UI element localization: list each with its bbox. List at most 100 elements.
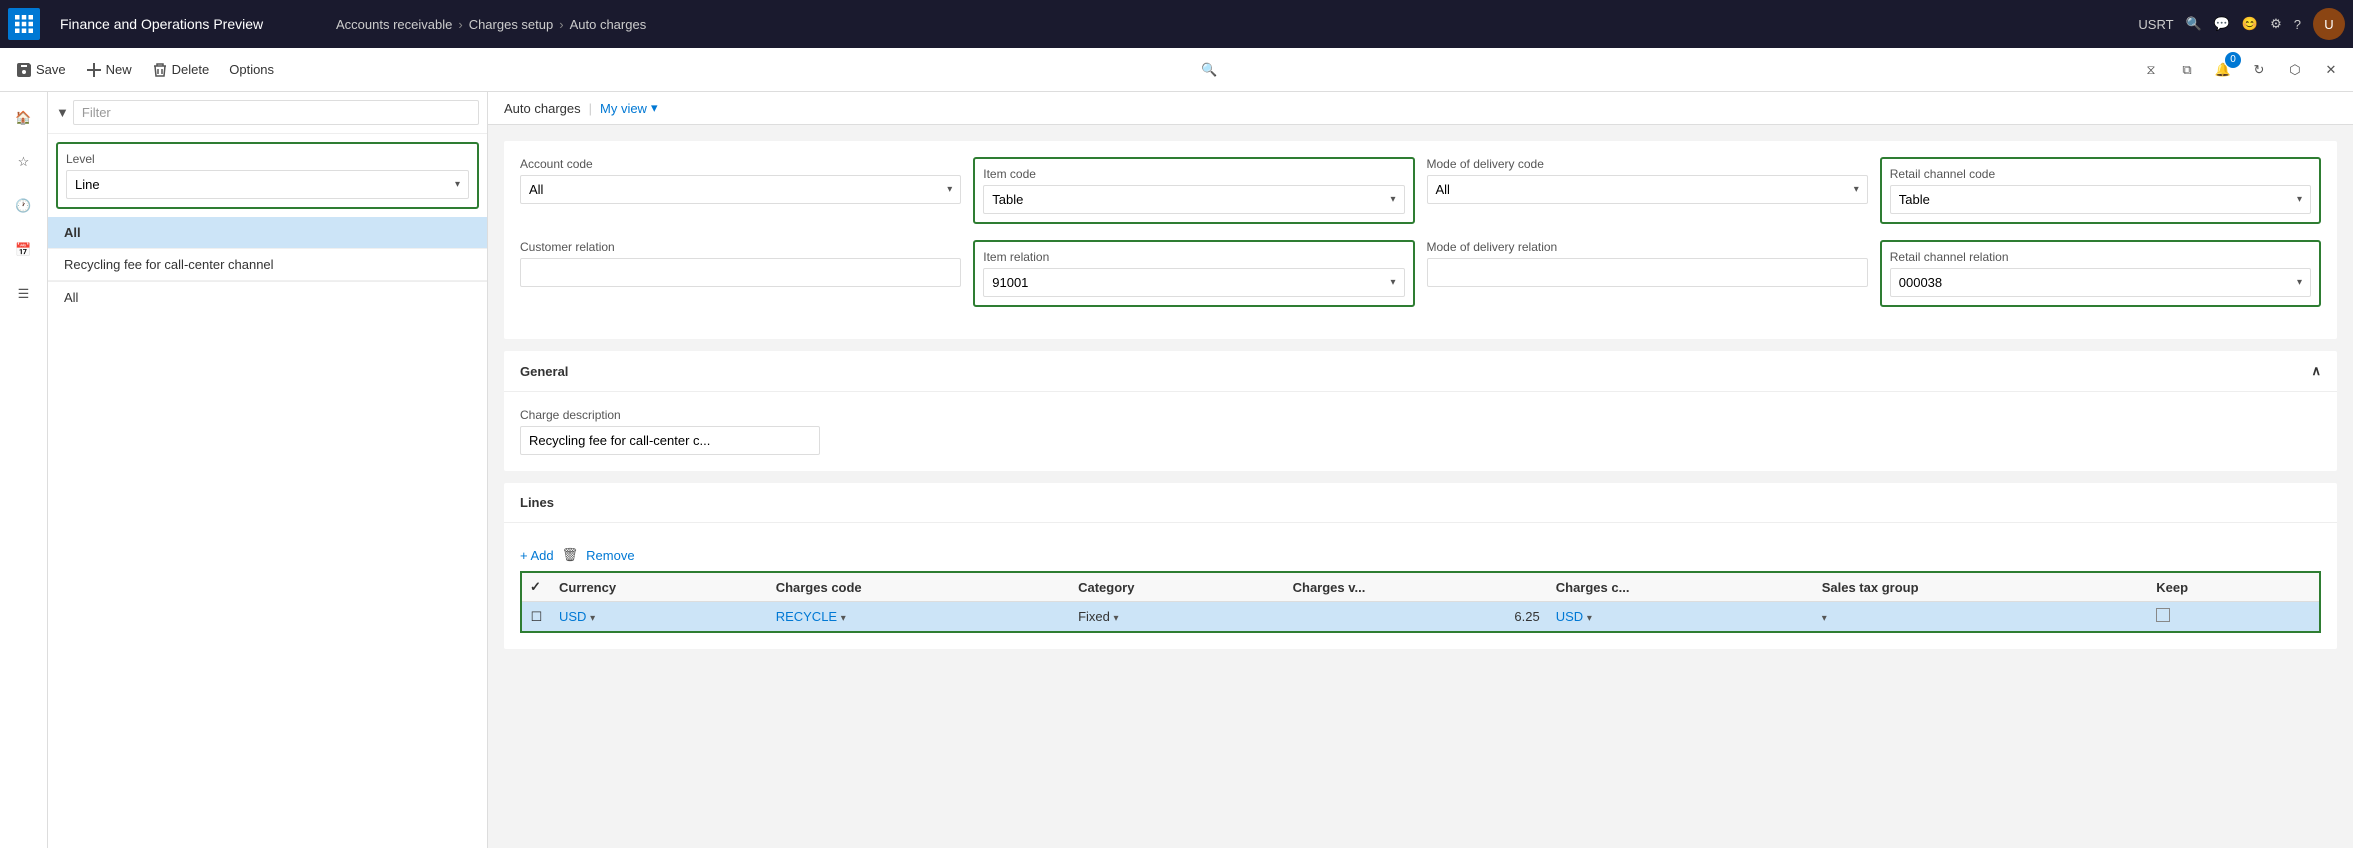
app-title: Finance and Operations Preview: [48, 16, 328, 32]
row-sales-tax: ▾: [1814, 602, 2149, 633]
col-charges-value: Charges v...: [1285, 572, 1548, 602]
view-dropdown[interactable]: My view ▾: [600, 100, 657, 116]
filter-icon[interactable]: ▼: [56, 105, 69, 120]
keep-checkbox[interactable]: [2156, 608, 2170, 622]
item-relation-chevron: ▾: [1390, 277, 1395, 288]
icon-sidebar: 🏠 ☆ 🕐 📅 ☰: [0, 92, 48, 848]
level-label: Level: [66, 152, 469, 166]
right-panel-header: Auto charges | My view ▾: [488, 92, 2353, 125]
row-check[interactable]: ☐: [521, 602, 551, 633]
col-sales-tax: Sales tax group: [1814, 572, 2149, 602]
list-item-all-label: All: [64, 225, 81, 240]
trash-icon: 🗑: [562, 547, 579, 563]
view-chevron: ▾: [651, 100, 658, 116]
retail-channel-select[interactable]: Table ▾: [1890, 185, 2311, 214]
charges-currency-chevron[interactable]: ▾: [1587, 613, 1592, 624]
breadcrumb-charges[interactable]: Charges setup: [469, 17, 554, 32]
mode-delivery-relation-select[interactable]: [1427, 258, 1868, 287]
list-item-recycling-label: Recycling fee for call-center channel: [64, 257, 274, 272]
level-dropdown-area: Level Line ▾: [56, 142, 479, 209]
list-section-label: All: [64, 290, 78, 305]
clock-icon[interactable]: 🕐: [6, 188, 42, 224]
star-icon[interactable]: ☆: [6, 144, 42, 180]
search-icon[interactable]: 🔍: [2186, 16, 2202, 32]
item-code-chevron: ▾: [1390, 194, 1395, 205]
options-button[interactable]: Options: [221, 58, 282, 81]
level-select[interactable]: Line ▾: [66, 170, 469, 199]
account-code-label: Account code: [520, 157, 961, 171]
options-label: Options: [229, 62, 274, 77]
mode-delivery-chevron: ▾: [1854, 184, 1859, 195]
refresh-icon[interactable]: ↻: [2245, 56, 2273, 84]
row-category: Fixed ▾: [1070, 602, 1285, 633]
item-code-value: Table: [992, 192, 1023, 207]
view-label-text: My view: [600, 101, 647, 116]
message-icon[interactable]: 💬: [2214, 16, 2230, 32]
list-item-all[interactable]: All: [48, 217, 487, 249]
category-chevron[interactable]: ▾: [1114, 613, 1119, 624]
lines-table-header-row: ✓ Currency Charges code Category Charges…: [521, 572, 2320, 602]
user-avatar[interactable]: U: [2313, 8, 2345, 40]
account-code-chevron: ▾: [947, 184, 952, 195]
delete-button[interactable]: Delete: [144, 58, 218, 82]
main-layout: 🏠 ☆ 🕐 📅 ☰ ▼ Level Line ▾ All Recycling f…: [0, 92, 2353, 848]
retail-channel-value: Table: [1899, 192, 1930, 207]
calendar-icon[interactable]: 📅: [6, 232, 42, 268]
retail-channel-relation-chevron: ▾: [2297, 277, 2302, 288]
currency-value[interactable]: USD: [559, 609, 586, 624]
charge-desc-input[interactable]: Recycling fee for call-center c...: [520, 426, 820, 455]
list-icon[interactable]: ☰: [6, 276, 42, 312]
settings-icon[interactable]: ⚙: [2270, 16, 2282, 32]
detach-icon[interactable]: ⬡: [2281, 56, 2309, 84]
customer-relation-select[interactable]: [520, 258, 961, 287]
personalize-icon[interactable]: ⧖: [2137, 56, 2165, 84]
row-extra: [2290, 602, 2320, 633]
item-relation-select[interactable]: 91001 ▾: [983, 268, 1404, 297]
add-line-button[interactable]: + Add: [520, 548, 554, 563]
retail-channel-chevron: ▾: [2297, 194, 2302, 205]
account-code-select[interactable]: All ▾: [520, 175, 961, 204]
usrt-label: USRT: [2138, 17, 2173, 32]
retail-channel-field: Retail channel code Table ▾: [1880, 157, 2321, 224]
check-icon: ☐: [531, 609, 543, 624]
charges-code-chevron[interactable]: ▾: [841, 613, 846, 624]
notification-badge: 0: [2225, 52, 2241, 68]
open-new-icon[interactable]: ⧉: [2173, 56, 2201, 84]
save-button[interactable]: Save: [8, 58, 74, 82]
breadcrumb-sep-2: ›: [559, 17, 563, 32]
remove-line-button[interactable]: 🗑 Remove: [562, 547, 635, 563]
retail-channel-label: Retail channel code: [1890, 167, 2311, 181]
account-code-value: All: [529, 182, 543, 197]
mode-delivery-field: Mode of delivery code All ▾: [1427, 157, 1868, 224]
general-collapse-icon: ∧: [2311, 363, 2321, 379]
item-code-select[interactable]: Table ▾: [983, 185, 1404, 214]
charges-currency-value[interactable]: USD: [1556, 609, 1583, 624]
home-icon[interactable]: 🏠: [6, 100, 42, 136]
breadcrumb-auto[interactable]: Auto charges: [570, 17, 647, 32]
currency-chevron[interactable]: ▾: [590, 613, 595, 624]
filter-input[interactable]: [73, 100, 479, 125]
level-chevron: ▾: [455, 179, 460, 190]
charges-code-value[interactable]: RECYCLE: [776, 609, 837, 624]
close-icon[interactable]: ✕: [2317, 56, 2345, 84]
customer-relation-label: Customer relation: [520, 240, 961, 254]
breadcrumb-accounts[interactable]: Accounts receivable: [336, 17, 452, 32]
new-button[interactable]: New: [78, 58, 140, 82]
item-relation-value: 91001: [992, 275, 1028, 290]
lines-title: Lines: [520, 495, 554, 510]
sales-tax-chevron[interactable]: ▾: [1822, 613, 1827, 624]
toolbar-search-button[interactable]: 🔍: [1194, 54, 1226, 86]
filter-area: ▼: [48, 92, 487, 134]
mode-delivery-select[interactable]: All ▾: [1427, 175, 1868, 204]
row-keep[interactable]: [2148, 602, 2290, 633]
notification-wrapper: 🔔 0: [2209, 56, 2237, 84]
face-icon[interactable]: 😊: [2242, 16, 2258, 32]
retail-channel-relation-select[interactable]: 000038 ▾: [1890, 268, 2311, 297]
apps-icon[interactable]: [8, 8, 40, 40]
mode-delivery-label: Mode of delivery code: [1427, 157, 1868, 171]
general-section-header[interactable]: General ∧: [504, 351, 2337, 392]
list-item-recycling[interactable]: Recycling fee for call-center channel: [48, 249, 487, 281]
general-section-body: Charge description Recycling fee for cal…: [504, 392, 2337, 471]
charge-desc-value: Recycling fee for call-center c...: [529, 433, 710, 448]
help-icon[interactable]: ?: [2294, 17, 2301, 32]
